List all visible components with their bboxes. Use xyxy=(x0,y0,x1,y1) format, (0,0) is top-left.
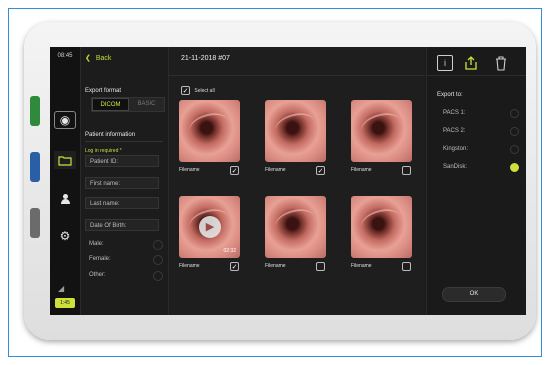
radio-male[interactable] xyxy=(153,240,163,250)
login-required-note: Log in required * xyxy=(85,148,122,154)
image-thumbnail[interactable] xyxy=(179,100,240,162)
icon-rail: 08:45 ◉ ⚙ ◢ 1:45 xyxy=(50,47,81,315)
format-selector: DICOM BASIC xyxy=(91,97,165,112)
media-gallery: 21-11-2018 #07 ✓ Select all Filename ✓ Fil… xyxy=(169,47,425,315)
thumbnail-filename: Filename xyxy=(265,263,286,269)
destination-label: SanDisk: xyxy=(443,164,468,170)
export-to-title: Export to: xyxy=(437,92,463,98)
folder-icon[interactable] xyxy=(54,151,76,169)
destination-label: PACS 2: xyxy=(443,128,466,134)
device-screen: 08:45 ◉ ⚙ ◢ 1:45 ❮ Back Export format DI… xyxy=(50,47,526,315)
thumbnail-filename: Filename xyxy=(179,167,200,173)
format-option-dicom[interactable]: DICOM xyxy=(92,98,129,111)
tissue-fold xyxy=(272,205,318,239)
thumbnail-checkbox[interactable] xyxy=(316,262,325,271)
chevron-left-icon: ❮ xyxy=(85,55,91,62)
destination-radio[interactable] xyxy=(510,127,519,136)
image-thumbnail[interactable] xyxy=(351,196,412,258)
destination-label: PACS 1: xyxy=(443,110,466,116)
settings-icon[interactable]: ⚙ xyxy=(54,227,76,245)
export-destination[interactable]: SanDisk: xyxy=(443,163,519,172)
image-thumbnail[interactable] xyxy=(265,196,326,258)
thumbnail-checkbox[interactable] xyxy=(402,262,411,271)
export-destination-panel: i Export to: PACS 1: PACS 2: Kingston: SanD… xyxy=(426,47,526,315)
session-title: 21-11-2018 #07 xyxy=(181,55,230,62)
play-icon[interactable]: ▶ xyxy=(199,216,221,238)
tissue-fold xyxy=(186,109,232,143)
select-all-checkbox[interactable]: ✓ xyxy=(181,86,190,95)
clock-time: 08:45 xyxy=(57,53,73,59)
patient-id-field[interactable]: Patient ID: xyxy=(85,155,159,167)
last-name-field[interactable]: Last name: xyxy=(85,197,159,209)
signal-icon: ◢ xyxy=(58,284,65,293)
export-destination[interactable]: Kingston: xyxy=(443,145,519,154)
video-thumbnail[interactable]: ▶ 02:32 xyxy=(179,196,240,258)
radio-other[interactable] xyxy=(153,271,163,281)
video-duration: 02:32 xyxy=(223,248,236,254)
back-button[interactable]: ❮ Back xyxy=(85,54,111,62)
side-button-green[interactable] xyxy=(30,96,40,126)
side-button-blue[interactable] xyxy=(30,152,40,182)
destination-label: Kingston: xyxy=(443,146,469,152)
sex-label-other: Other: xyxy=(89,272,106,278)
image-thumbnail[interactable] xyxy=(351,100,412,162)
destination-radio[interactable] xyxy=(510,109,519,118)
divider xyxy=(427,75,526,76)
patient-info-title: Patient information xyxy=(85,132,136,138)
destination-radio[interactable] xyxy=(510,163,519,172)
thumbnail-filename: Filename xyxy=(351,167,372,173)
sex-label-female: Female: xyxy=(89,256,111,262)
sex-option-male[interactable]: Male: xyxy=(89,240,163,250)
image-thumbnail[interactable] xyxy=(265,100,326,162)
camera-icon[interactable]: ◉ xyxy=(54,111,76,129)
thumbnail-filename: Filename xyxy=(179,263,200,269)
thumbnail-checkbox[interactable] xyxy=(402,166,411,175)
info-icon[interactable]: i xyxy=(437,55,453,71)
tissue-fold xyxy=(272,109,318,143)
destination-radio[interactable] xyxy=(510,145,519,154)
divider xyxy=(85,141,163,142)
user-icon[interactable] xyxy=(54,189,76,207)
tissue-fold xyxy=(358,109,404,143)
divider xyxy=(169,75,425,76)
first-name-field[interactable]: First name: xyxy=(85,177,159,189)
tissue-fold xyxy=(358,205,404,239)
sex-option-female[interactable]: Female: xyxy=(89,255,163,265)
sex-label-male: Male: xyxy=(89,241,104,247)
export-icon[interactable] xyxy=(463,55,479,71)
format-option-basic[interactable]: BASIC xyxy=(129,98,164,111)
export-settings-panel: ❮ Back Export format DICOM BASIC Patient… xyxy=(81,47,169,315)
back-label: Back xyxy=(95,55,112,62)
export-destination[interactable]: PACS 1: xyxy=(443,109,519,118)
export-format-title: Export format xyxy=(85,88,122,94)
select-all-label: Select all xyxy=(194,87,215,94)
thumbnail-checkbox[interactable]: ✓ xyxy=(230,262,239,271)
trash-icon[interactable] xyxy=(493,55,509,71)
battery-indicator: 1:45 xyxy=(55,298,75,308)
export-destination[interactable]: PACS 2: xyxy=(443,127,519,136)
thumbnail-filename: Filename xyxy=(351,263,372,269)
side-button-grey[interactable] xyxy=(30,208,40,238)
thumbnail-checkbox[interactable]: ✓ xyxy=(230,166,239,175)
radio-female[interactable] xyxy=(153,255,163,265)
date-of-birth-field[interactable]: Date Of Birth: xyxy=(85,219,159,231)
ok-button[interactable]: OK xyxy=(442,287,506,302)
thumbnail-filename: Filename xyxy=(265,167,286,173)
sex-option-other[interactable]: Other: xyxy=(89,271,163,281)
select-all-control[interactable]: ✓ Select all xyxy=(181,86,215,95)
thumbnail-checkbox[interactable]: ✓ xyxy=(316,166,325,175)
